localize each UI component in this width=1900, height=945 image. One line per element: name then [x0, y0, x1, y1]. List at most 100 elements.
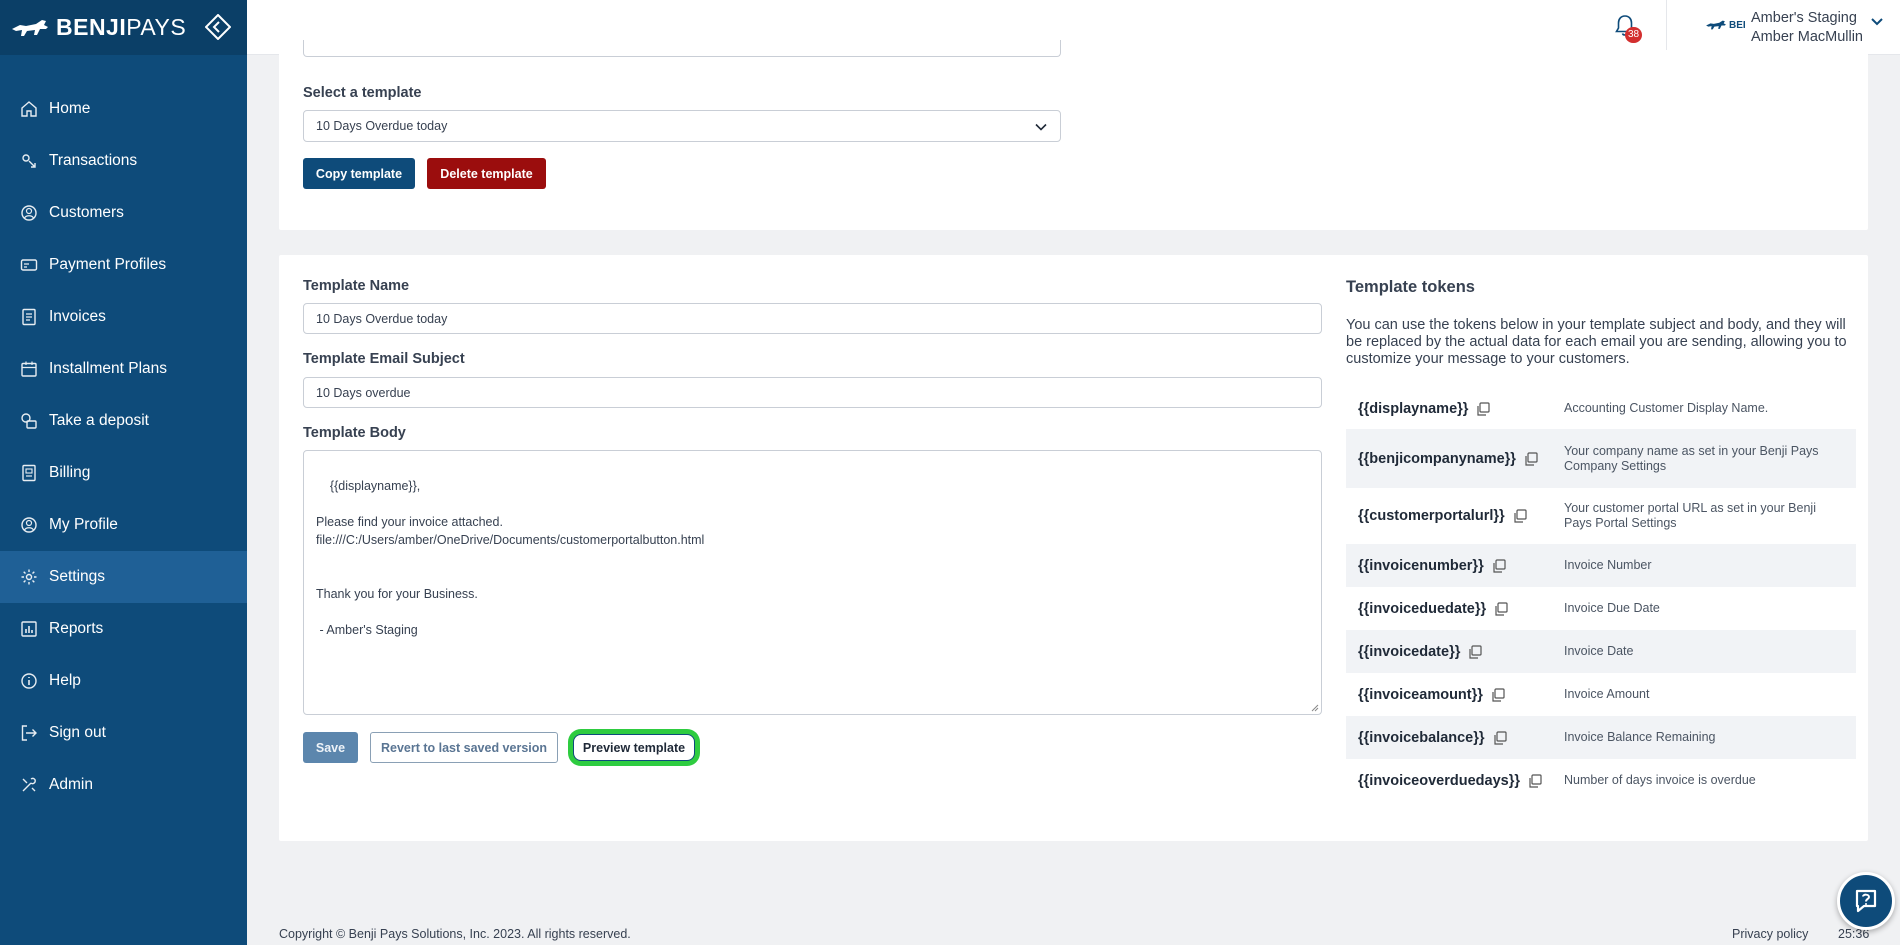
- help-chat-button[interactable]: [1837, 872, 1895, 930]
- copy-template-button[interactable]: Copy template: [303, 158, 415, 189]
- token-name: {{displayname}}: [1358, 401, 1564, 417]
- copy-icon[interactable]: [1528, 773, 1542, 788]
- token-row: {{customerportalurl}} Your customer port…: [1346, 488, 1856, 544]
- token-row: {{invoicenumber}} Invoice Number: [1346, 544, 1856, 587]
- token-description: Invoice Date: [1564, 644, 1634, 658]
- sidebar-item-label: Settings: [49, 568, 106, 585]
- token-description: Invoice Due Date: [1564, 601, 1660, 615]
- copy-icon[interactable]: [1493, 730, 1507, 745]
- token-description: Invoice Number: [1564, 558, 1652, 572]
- copy-icon[interactable]: [1513, 509, 1527, 523]
- token-description: Invoice Balance Remaining: [1564, 730, 1716, 744]
- admin-tools-icon: [20, 776, 38, 794]
- sidebar-item-home[interactable]: Home: [0, 83, 247, 135]
- payment-profiles-icon: [20, 256, 38, 274]
- save-button[interactable]: Save: [303, 732, 358, 763]
- sidebar-item-label: Admin: [49, 776, 93, 793]
- invoices-icon: [20, 308, 38, 326]
- template-select[interactable]: 10 Days Overdue today: [303, 110, 1061, 142]
- template-select-card: Select a template 10 Days Overdue today …: [279, 40, 1868, 230]
- token-name: {{invoicedate}}: [1358, 644, 1564, 660]
- sidebar-item-payment-profiles[interactable]: Payment Profiles: [0, 239, 247, 291]
- template-name-input[interactable]: 10 Days Overdue today: [303, 303, 1322, 334]
- token-row: {{benjicompanyname}} Your company name a…: [1346, 429, 1856, 488]
- sidebar-item-label: Invoices: [49, 308, 106, 325]
- tokens-table: {{displayname}} Accounting Customer Disp…: [1346, 388, 1856, 802]
- sidebar-item-sign-out[interactable]: Sign out: [0, 707, 247, 759]
- token-text: {{invoiceduedate}}: [1358, 600, 1487, 617]
- chat-help-icon: [1855, 889, 1877, 913]
- copy-icon[interactable]: [1492, 558, 1506, 573]
- copy-icon[interactable]: [1494, 601, 1508, 616]
- token-text: {{invoiceamount}}: [1358, 686, 1483, 703]
- gear-icon: [20, 568, 38, 586]
- copy-icon[interactable]: [1468, 644, 1482, 659]
- sidebar-item-label: Customers: [49, 204, 124, 221]
- footer-copyright: Copyright © Benji Pays Solutions, Inc. 2…: [279, 927, 631, 941]
- template-editor-card: Template Name 10 Days Overdue today Temp…: [279, 255, 1868, 841]
- token-description: Your customer portal URL as set in your …: [1564, 501, 1816, 530]
- sidebar-item-label: Installment Plans: [49, 360, 168, 377]
- sidebar-item-label: Help: [49, 672, 81, 689]
- sidebar-item-admin[interactable]: Admin: [0, 759, 247, 811]
- delete-template-button[interactable]: Delete template: [427, 158, 546, 189]
- sidebar-item-label: Transactions: [49, 152, 138, 169]
- calendar-icon: [20, 360, 38, 378]
- token-row: {{displayname}} Accounting Customer Disp…: [1346, 388, 1856, 429]
- token-description: Accounting Customer Display Name.: [1564, 401, 1769, 415]
- revert-button[interactable]: Revert to last saved version: [370, 732, 558, 763]
- sidebar-item-label: Sign out: [49, 724, 106, 741]
- template-tokens-title: Template tokens: [1346, 278, 1475, 296]
- copy-icon[interactable]: [1491, 687, 1505, 702]
- token-text: {{invoicenumber}}: [1358, 557, 1484, 574]
- token-row: {{invoicedate}} Invoice Date: [1346, 630, 1856, 673]
- notifications-button[interactable]: 38: [1614, 14, 1642, 43]
- token-description: Your company name as set in your Benji P…: [1564, 443, 1819, 473]
- token-row: {{invoicebalance}} Invoice Balance Remai…: [1346, 716, 1856, 759]
- template-body-value: {{displayname}}, Please find your invoic…: [316, 479, 705, 637]
- benji-dog-logo-icon: [12, 19, 48, 36]
- sidebar-item-installment-plans[interactable]: Installment Plans: [0, 343, 247, 395]
- sidebar-item-transactions[interactable]: Transactions: [0, 135, 247, 187]
- sidebar-item-help[interactable]: Help: [0, 655, 247, 707]
- account-company: Amber's Staging: [1751, 10, 1857, 26]
- deposit-icon: [20, 412, 38, 430]
- sidebar-item-take-a-deposit[interactable]: Take a deposit: [0, 395, 247, 447]
- notification-count-badge: 38: [1625, 27, 1642, 43]
- sidebar-item-label: Billing: [49, 464, 91, 481]
- account-menu[interactable]: Amber's Staging Amber MacMullin: [1751, 9, 1863, 47]
- sidebar-item-customers[interactable]: Customers: [0, 187, 247, 239]
- sidebar-item-label: Payment Profiles: [49, 256, 167, 273]
- copy-icon[interactable]: [1476, 401, 1491, 416]
- sidebar-item-label: My Profile: [49, 516, 118, 533]
- token-name: {{invoicenumber}}: [1358, 558, 1564, 574]
- template-subject-input[interactable]: 10 Days overdue: [303, 377, 1322, 408]
- profile-icon: [20, 516, 38, 534]
- token-text: {{benjicompanyname}}: [1358, 450, 1516, 467]
- template-select-value: 10 Days Overdue today: [316, 119, 448, 133]
- hidden-field-above[interactable]: [303, 40, 1061, 57]
- token-name: {{invoiceduedate}}: [1358, 601, 1564, 617]
- sidebar-item-billing[interactable]: Billing: [0, 447, 247, 499]
- account-user: Amber MacMullin: [1751, 29, 1863, 45]
- sidebar-item-settings[interactable]: Settings: [0, 551, 247, 603]
- sidebar-item-invoices[interactable]: Invoices: [0, 291, 247, 343]
- reports-icon: [20, 620, 38, 638]
- collapse-sidebar-icon[interactable]: [205, 14, 231, 40]
- sign-out-icon: [20, 724, 38, 742]
- billing-icon: [20, 464, 38, 482]
- sidebar-item-label: Take a deposit: [49, 412, 149, 429]
- privacy-policy-link[interactable]: Privacy policy: [1732, 927, 1808, 941]
- preview-template-button[interactable]: Preview template: [573, 734, 695, 761]
- copy-icon[interactable]: [1524, 451, 1538, 466]
- sidebar-item-reports[interactable]: Reports: [0, 603, 247, 655]
- sidebar: BENJIPAYS Home Transactions Customers Pa…: [0, 0, 247, 945]
- home-icon: [20, 100, 38, 118]
- template-body-textarea[interactable]: {{displayname}}, Please find your invoic…: [303, 450, 1322, 715]
- chevron-down-icon[interactable]: [1869, 14, 1885, 30]
- sidebar-nav: Home Transactions Customers Payment Prof…: [0, 83, 247, 811]
- account-logo: BEI: [1705, 18, 1746, 32]
- brand-bar: BENJIPAYS: [0, 0, 247, 55]
- resize-handle-icon[interactable]: [1311, 704, 1319, 712]
- sidebar-item-my-profile[interactable]: My Profile: [0, 499, 247, 551]
